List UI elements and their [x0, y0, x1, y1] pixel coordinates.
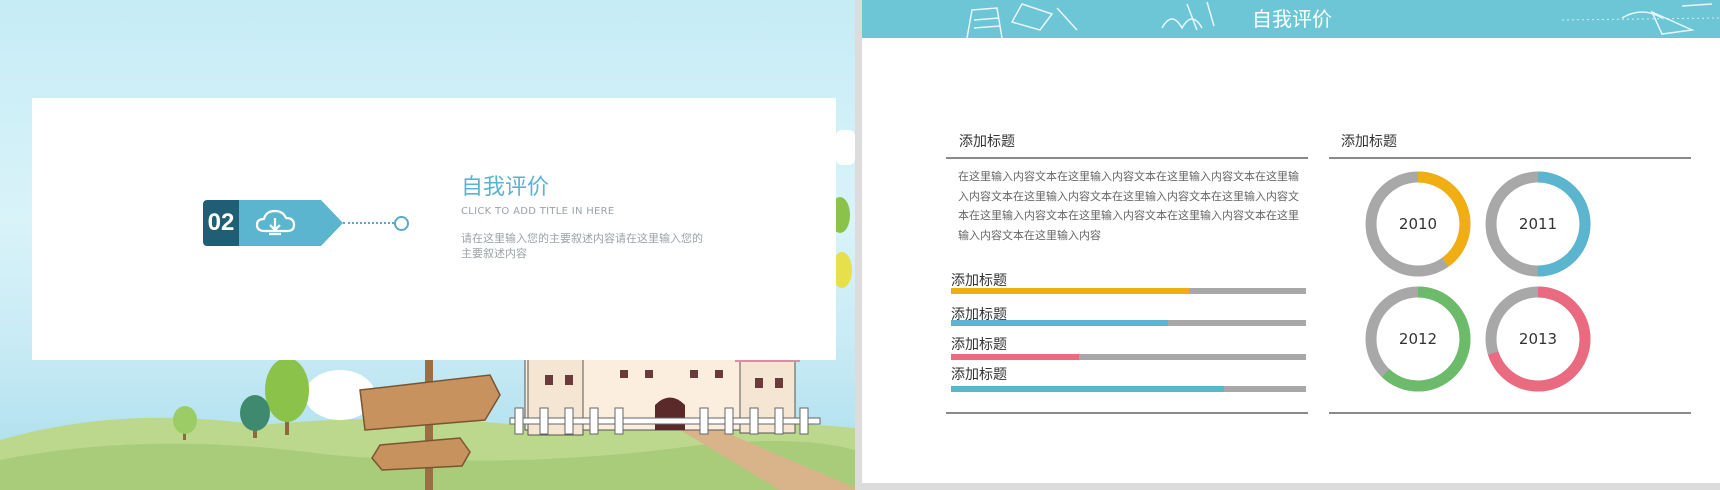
- progress-fill-2: [951, 320, 1168, 326]
- bar-label-4: 添加标题: [951, 367, 1007, 383]
- connector-end-circle: [394, 216, 409, 231]
- section-badge: 02: [203, 200, 343, 246]
- header-band: 自我评价: [862, 0, 1720, 38]
- badge-tag: [239, 200, 343, 246]
- slide-right: 自我评价 添加标题 在这里输入内容文本在这里输入内容文本在这里输入内容文本在这里…: [862, 0, 1720, 483]
- slide-left: 02 自我评价 CLICK TO ADD TITLE IN HERE 请在这里输…: [0, 0, 855, 490]
- donut-chart-2013: 2013: [1484, 285, 1592, 393]
- section-number: 02: [203, 200, 239, 246]
- progress-bar-4: [951, 386, 1306, 392]
- divider-right-top: [1329, 157, 1691, 159]
- cloud-edge: [836, 130, 855, 165]
- content-card: [32, 98, 836, 360]
- progress-fill-4: [951, 386, 1225, 392]
- progress-bar-3: [951, 354, 1306, 360]
- progress-bar-2: [951, 320, 1306, 326]
- donut-chart-2010: 2010: [1364, 170, 1472, 278]
- divider-right-bottom: [1329, 412, 1691, 414]
- header-title: 自我评价: [1252, 7, 1332, 31]
- donut-chart-2011: 2011: [1484, 170, 1592, 278]
- donut-chart-2012: 2012: [1364, 285, 1472, 393]
- bar-label-3: 添加标题: [951, 337, 1007, 353]
- donut-label-2012: 2012: [1398, 330, 1438, 348]
- progress-fill-3: [951, 354, 1079, 360]
- presentation-canvas: 02 自我评价 CLICK TO ADD TITLE IN HERE 请在这里输…: [0, 0, 1720, 490]
- body-text: 在这里输入内容文本在这里输入内容文本在这里输入内容文本在这里输入内容文本在这里输…: [958, 170, 1299, 242]
- dotted-connector: [343, 222, 398, 224]
- donut-label-2011: 2011: [1518, 215, 1558, 233]
- section-heading-left: 添加标题: [959, 134, 1015, 150]
- slide-title: 自我评价: [461, 175, 550, 200]
- divider-left-top: [946, 157, 1308, 159]
- donut-label-2010: 2010: [1398, 215, 1438, 233]
- bar-label-1: 添加标题: [951, 273, 1007, 289]
- slide-subtitle: CLICK TO ADD TITLE IN HERE: [461, 206, 615, 217]
- progress-bar-1: [951, 288, 1306, 294]
- section-heading-right: 添加标题: [1341, 134, 1397, 150]
- slide-description: 请在这里输入您的主要叙述内容请在这里输入您的主要叙述内容: [461, 232, 703, 260]
- donut-label-2013: 2013: [1518, 330, 1558, 348]
- divider-left-bottom: [946, 412, 1308, 414]
- progress-fill-1: [951, 288, 1189, 294]
